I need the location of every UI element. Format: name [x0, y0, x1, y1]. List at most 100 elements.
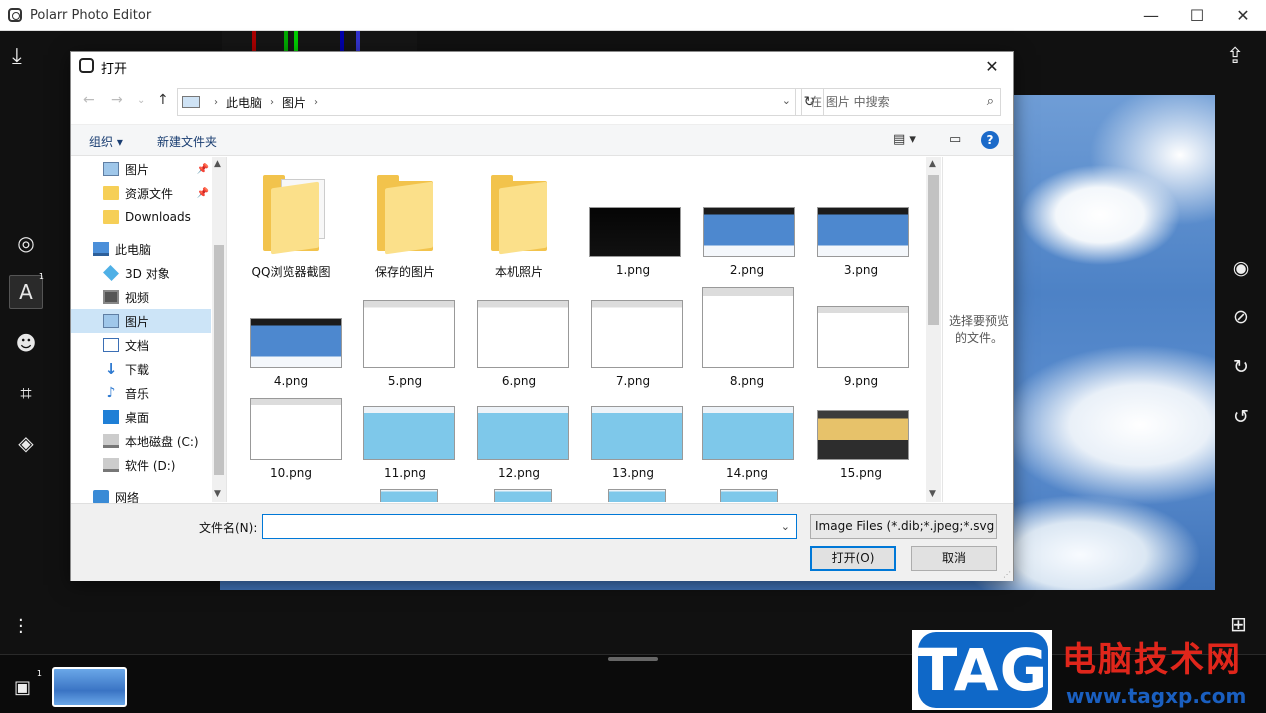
nav-item-this-pc[interactable]: 此电脑: [71, 237, 211, 261]
pin-icon: 📌: [196, 163, 209, 175]
image-thumbnail[interactable]: [608, 489, 666, 502]
file-item[interactable]: QQ浏览器截图: [228, 157, 341, 279]
computer-icon: [93, 242, 109, 256]
history-icon[interactable]: ↻: [1226, 352, 1256, 382]
image-thumbnail[interactable]: [380, 489, 438, 502]
cancel-button[interactable]: 取消: [911, 546, 997, 571]
overlay-icon[interactable]: ◉: [1226, 253, 1256, 283]
filename-dropdown-icon[interactable]: ⌄: [781, 520, 790, 533]
app-title: Polarr Photo Editor: [30, 8, 152, 23]
image-thumbnail[interactable]: [494, 489, 552, 502]
file-list-scrollbar[interactable]: ▲ ▼: [926, 157, 941, 502]
nav-item-downloads[interactable]: Downloads: [71, 205, 211, 229]
nav-item-music[interactable]: ♪ 音乐: [71, 381, 211, 405]
address-dropdown-icon[interactable]: ⌄: [782, 94, 791, 107]
more-menu-icon[interactable]: · · ·: [18, 612, 24, 642]
scroll-up-icon[interactable]: ▲: [214, 159, 221, 169]
right-toolbar: ◉ ⊘ ↻ ↺: [1214, 31, 1266, 651]
help-icon[interactable]: ?: [981, 131, 999, 149]
layers-icon[interactable]: ◈: [9, 426, 43, 460]
filmstrip-thumbnail[interactable]: [52, 667, 127, 707]
nav-item-download[interactable]: ↓ 下载: [71, 357, 211, 381]
maximize-button[interactable]: ☐: [1174, 0, 1220, 31]
open-button[interactable]: 打开(O): [810, 546, 896, 571]
image-thumbnail: [703, 207, 795, 257]
nav-item-documents[interactable]: 文档: [71, 333, 211, 357]
address-bar[interactable]: › 此电脑 › 图片 › ⌄ ↻: [177, 88, 824, 116]
file-item[interactable]: 3.png: [798, 157, 911, 277]
image-thumbnail: [589, 207, 681, 257]
open-file-dialog: 打开 ✕ ← → ⌄ ↑ › 此电脑 › 图片 › ⌄ ↻ 在 图片 中搜索 ⌕…: [70, 51, 1014, 581]
desktop-icon: [103, 410, 119, 424]
nav-item-quick-pictures[interactable]: 图片 📌: [71, 157, 211, 181]
file-item[interactable]: 14.png: [684, 360, 797, 480]
scroll-up-icon[interactable]: ▲: [929, 159, 936, 169]
filters-icon[interactable]: ◎: [9, 226, 43, 260]
resize-grip-icon[interactable]: ⋰: [1003, 570, 1011, 579]
filmstrip-drag-handle[interactable]: [608, 657, 658, 661]
watermark-logo: TAG: [918, 632, 1048, 708]
crop-icon[interactable]: ⌗: [9, 376, 43, 410]
image-thumbnail: [817, 410, 909, 460]
image-thumbnail: [702, 406, 794, 460]
gallery-icon[interactable]: ▣ 1: [14, 669, 42, 699]
nav-scroll-thumb[interactable]: [214, 245, 224, 475]
network-icon: [93, 490, 109, 504]
pictures-icon: [103, 314, 119, 328]
image-thumbnail: [477, 406, 569, 460]
pictures-icon: [103, 162, 119, 176]
dialog-close-button[interactable]: ✕: [977, 54, 1007, 78]
nav-item-videos[interactable]: 视频: [71, 285, 211, 309]
file-scroll-thumb[interactable]: [928, 175, 939, 325]
nav-item-3d-objects[interactable]: 3D 对象: [71, 261, 211, 285]
undo-icon[interactable]: ↺: [1226, 402, 1256, 432]
filename-label: 文件名(N):: [199, 521, 258, 535]
up-arrow-icon[interactable]: ↑: [157, 92, 169, 108]
nav-item-pictures[interactable]: 图片: [71, 309, 211, 333]
preview-pane-icon[interactable]: ▭: [949, 132, 961, 147]
folder-icon: [357, 175, 447, 255]
nav-pane-scrollbar[interactable]: ▲ ▼: [212, 157, 226, 502]
image-thumbnail[interactable]: [720, 489, 778, 502]
scroll-down-icon[interactable]: ▼: [929, 489, 936, 499]
watermark-url: www.tagxp.com: [1066, 684, 1247, 708]
command-bar: 组织 ▾ 新建文件夹 ▤ ▾ ▭ ?: [71, 124, 1013, 156]
nav-item-resources[interactable]: 资源文件 📌: [71, 181, 211, 205]
nav-item-drive-c[interactable]: 本地磁盘 (C:): [71, 429, 211, 453]
file-item[interactable]: 15.png: [798, 360, 911, 480]
file-item[interactable]: 13.png: [570, 360, 683, 480]
file-item[interactable]: 保存的图片: [342, 157, 455, 279]
view-options-icon[interactable]: ▤ ▾: [893, 132, 916, 147]
recent-locations-icon[interactable]: ⌄: [137, 95, 145, 106]
pin-icon: 📌: [196, 187, 209, 199]
file-item[interactable]: 11.png: [342, 360, 455, 480]
app-logo-icon: [8, 8, 22, 22]
scroll-down-icon[interactable]: ▼: [214, 489, 221, 499]
music-icon: ♪: [106, 385, 116, 401]
left-toolbar: ◎ A1 ☻ ⌗ ◈: [0, 31, 52, 651]
nav-item-drive-d[interactable]: 软件 (D:): [71, 453, 211, 477]
file-item[interactable]: 10.png: [228, 360, 342, 480]
compare-icon[interactable]: ⊘: [1226, 302, 1256, 332]
search-icon: ⌕: [986, 94, 994, 109]
minimize-button[interactable]: —: [1128, 0, 1174, 31]
file-item[interactable]: 12.png: [456, 360, 569, 480]
file-item[interactable]: 2.png: [684, 157, 797, 277]
close-window-button[interactable]: ✕: [1220, 0, 1266, 31]
face-tool-icon[interactable]: ☻: [9, 326, 43, 360]
documents-icon: [103, 338, 119, 352]
breadcrumb-pictures[interactable]: 图片: [282, 94, 306, 111]
new-folder-button[interactable]: 新建文件夹: [157, 133, 217, 150]
filename-input[interactable]: ⌄: [262, 514, 797, 539]
back-arrow-icon[interactable]: ←: [83, 92, 95, 108]
organize-menu[interactable]: 组织 ▾: [89, 133, 123, 150]
image-thumbnail: [363, 300, 455, 368]
search-input[interactable]: 在 图片 中搜索 ⌕: [801, 88, 1001, 116]
file-item[interactable]: 本机照片: [456, 157, 569, 279]
file-item[interactable]: 1.png: [570, 157, 683, 277]
breadcrumb-this-pc[interactable]: 此电脑: [226, 94, 262, 111]
nav-item-desktop[interactable]: 桌面: [71, 405, 211, 429]
text-tool-icon[interactable]: A1: [9, 272, 44, 309]
forward-arrow-icon[interactable]: →: [111, 92, 123, 108]
file-type-select[interactable]: Image Files (*.dib;*.jpeg;*.svg: [810, 514, 997, 539]
